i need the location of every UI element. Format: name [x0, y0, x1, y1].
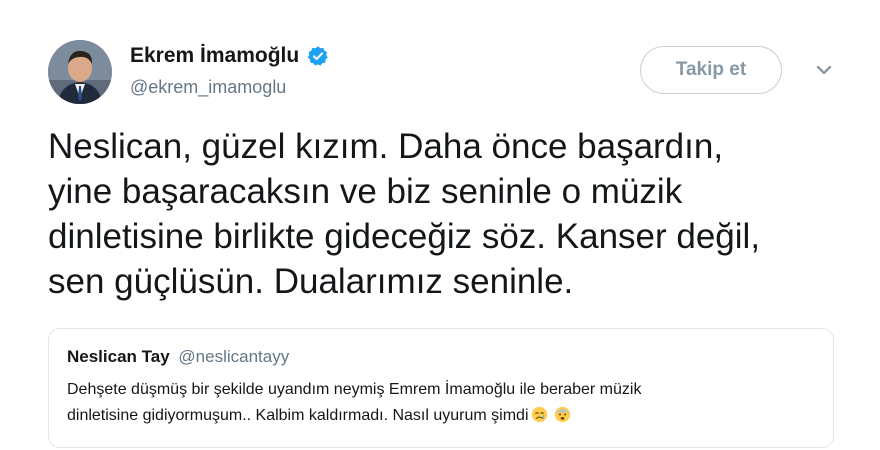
verified-badge-icon	[307, 45, 329, 67]
author-name-text[interactable]: Ekrem İmamoğlu	[130, 44, 299, 68]
author-name[interactable]: Ekrem İmamoğlu	[130, 44, 329, 68]
follow-button[interactable]: Takip et	[640, 46, 782, 94]
avatar-image	[48, 40, 112, 104]
tweet-text-line: dinletisine birlikte gideceğiz söz. Kans…	[48, 217, 761, 256]
quoted-tweet-text-line: dinletisine gidiyormuşum.. Kalbim kaldır…	[67, 403, 817, 429]
quoted-tweet-text-line: Dehşete düşmüş bir şekilde uyandım neymi…	[67, 381, 642, 398]
quoted-tweet[interactable]: Neslican Tay @neslicantayy Dehşete düşmü…	[48, 328, 834, 448]
tweet-text: Neslican, güzel kızım. Daha önce başardı…	[48, 124, 848, 304]
quoted-tweet-text: Dehşete düşmüş bir şekilde uyandım neymi…	[67, 377, 817, 429]
author-handle[interactable]: @ekrem_imamoglu	[130, 77, 286, 98]
tweet-text-line: sen güçlüsün. Dualarımız seninle.	[48, 262, 574, 301]
tweet-text-line: yine başaracaksın ve biz seninle o müzik	[48, 172, 683, 211]
chevron-down-icon[interactable]	[812, 60, 836, 80]
quoted-tweet-header: Neslican Tay @neslicantayy	[67, 347, 289, 367]
quoted-tweet-author-handle: @neslicantayy	[178, 347, 290, 366]
crying-face-emoji-icon	[531, 406, 548, 423]
avatar[interactable]	[48, 40, 112, 104]
fearful-face-emoji-icon	[554, 406, 571, 423]
quoted-tweet-text-line-content: dinletisine gidiyormuşum.. Kalbim kaldır…	[67, 407, 529, 424]
tweet-text-line: Neslican, güzel kızım. Daha önce başardı…	[48, 127, 724, 166]
quoted-tweet-author-name: Neslican Tay	[67, 347, 170, 366]
